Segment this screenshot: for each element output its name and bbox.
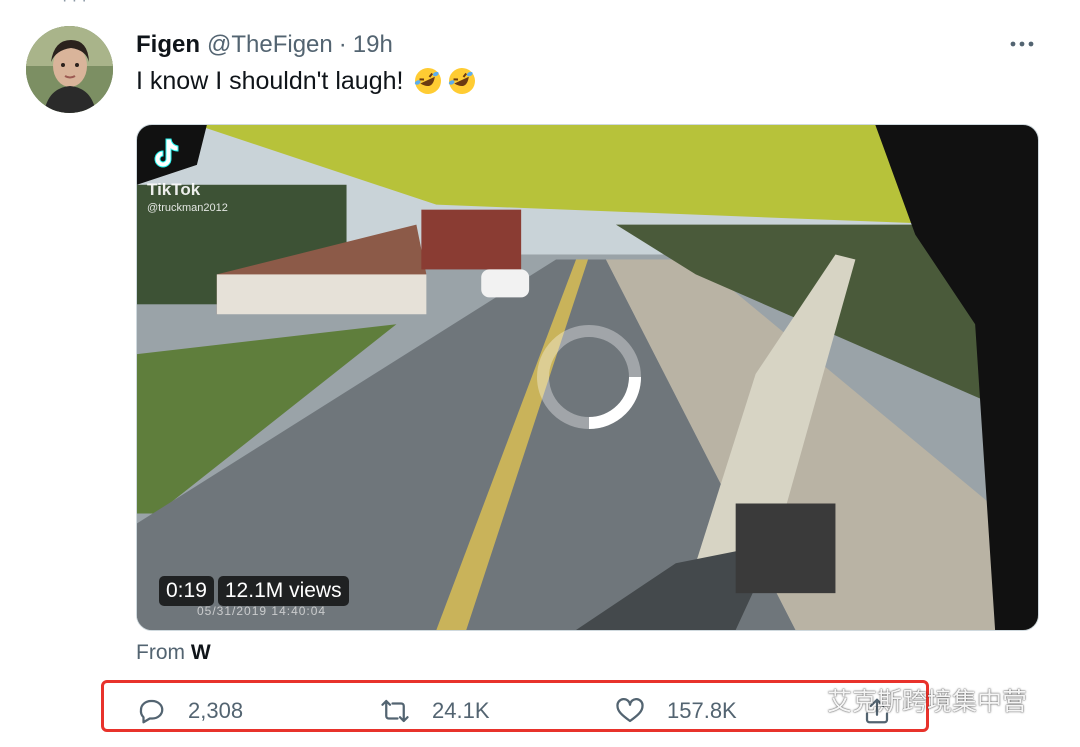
- header-separator: ·: [338, 31, 347, 58]
- media-attribution: From W: [136, 641, 211, 665]
- tweet-text: I know I shouldn't laugh!: [136, 66, 477, 96]
- laughing-emoji-icon: [447, 66, 477, 96]
- video-badges: 0:19 12.1M views: [159, 576, 349, 606]
- more-options-icon[interactable]: [1006, 31, 1038, 57]
- author-handle[interactable]: @TheFigen: [207, 31, 333, 59]
- author-name[interactable]: Figen: [136, 31, 200, 59]
- wechat-logo-icon: [779, 685, 819, 714]
- tiktok-watermark: TikTok @truckman2012: [147, 135, 228, 214]
- video-views: 12.1M views: [217, 576, 349, 606]
- attribution-prefix: From: [136, 641, 185, 664]
- video-timestamp-overlay: 05/31/2019 14:40:04: [197, 604, 327, 618]
- video-duration: 0:19: [159, 576, 214, 606]
- author-avatar[interactable]: [26, 26, 113, 113]
- avatar-photo: [26, 26, 113, 113]
- tweet-timestamp[interactable]: 19h: [353, 31, 393, 59]
- tweet-header: Figen @TheFigen · 19h: [136, 29, 393, 61]
- tiktok-logo-icon: [154, 138, 179, 168]
- tiktok-logo-text: TikTok: [147, 180, 201, 199]
- previous-tweet-edge: · · ·: [62, 0, 87, 9]
- wechat-watermark: 艾克斯跨境集中营: [779, 682, 1027, 718]
- tiktok-username: @truckman2012: [147, 202, 228, 214]
- laughing-emoji-icon: [413, 66, 443, 96]
- watermark-text: 艾克斯跨境集中营: [827, 688, 1028, 716]
- video-player[interactable]: TikTok @truckman2012 05/31/2019 14:40:04…: [136, 124, 1039, 631]
- loading-spinner-icon: [534, 322, 644, 432]
- tweet-text-body: I know I shouldn't laugh!: [136, 66, 404, 95]
- attribution-account[interactable]: W: [191, 641, 211, 664]
